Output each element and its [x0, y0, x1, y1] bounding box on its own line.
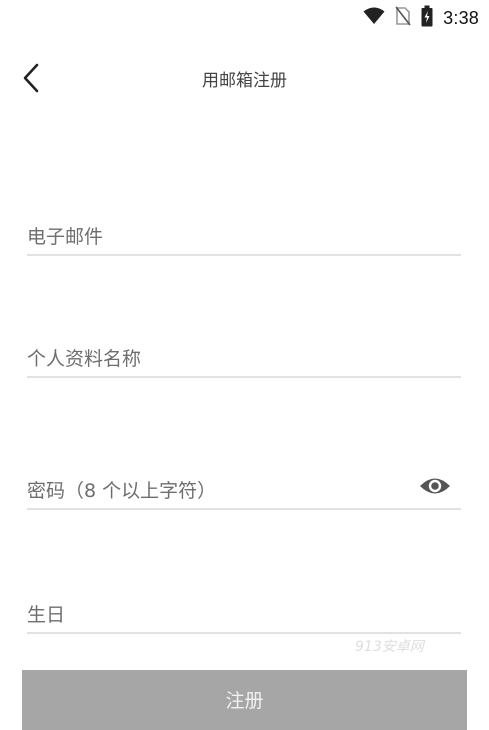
eye-icon — [419, 475, 451, 501]
birthday-field-container — [27, 590, 461, 634]
password-field[interactable] — [27, 480, 409, 502]
password-visibility-toggle[interactable] — [419, 474, 451, 502]
status-icons: 3:38 — [363, 5, 479, 31]
status-time: 3:38 — [443, 7, 479, 28]
email-field-container — [27, 212, 461, 256]
profile-name-field-container — [27, 334, 461, 378]
birthday-field[interactable] — [27, 604, 461, 626]
page-title: 用邮箱注册 — [202, 71, 287, 91]
password-field-container — [27, 466, 461, 510]
no-sim-icon — [395, 6, 411, 30]
email-field[interactable] — [27, 226, 461, 248]
status-bar: 3:38 — [0, 0, 489, 36]
profile-name-field[interactable] — [27, 348, 461, 370]
watermark: 913安卓网 — [355, 639, 424, 655]
register-button[interactable]: 注册 — [22, 670, 467, 730]
battery-icon — [421, 5, 433, 31]
wifi-icon — [363, 7, 385, 29]
